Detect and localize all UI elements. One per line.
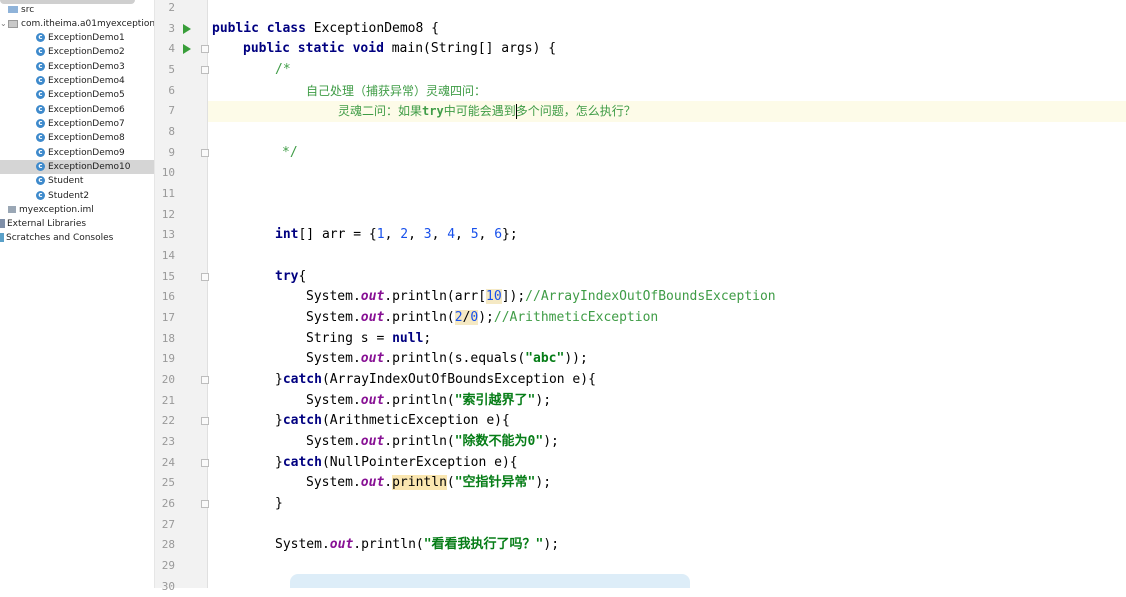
line-number: 21 [161,394,175,407]
tree-item-student2[interactable]: c Student2 [0,189,154,203]
folder-icon [8,6,18,13]
run-class-icon[interactable] [183,24,191,34]
code-line-7[interactable]: 灵魂二问：如果try中可能会遇到多个问题，怎么执行？ [338,101,636,121]
line-number: 27 [161,518,175,531]
line-number: 11 [161,187,175,200]
line-number: 9 [168,146,175,159]
tree-item-exceptiondemo1[interactable]: c ExceptionDemo1 [0,31,154,45]
module-file-icon [8,206,16,213]
tree-item-exceptiondemo10[interactable]: c ExceptionDemo10 [0,160,154,174]
line-number: 24 [161,456,175,469]
tree-item-exceptiondemo5[interactable]: c ExceptionDemo5 [0,88,154,102]
line-number: 22 [161,414,175,427]
line-number: 23 [161,435,175,448]
class-icon: c [36,191,45,200]
scratches-icon [0,233,4,242]
code-line-13[interactable]: int[] arr = {1, 2, 3, 4, 5, 6}; [275,225,518,245]
code-line-25[interactable]: System.out.println("空指针异常"); [306,473,551,493]
line-number: 4 [168,42,175,55]
code-line-20[interactable]: }catch(ArrayIndexOutOfBoundsException e)… [275,370,596,390]
line-number: 20 [161,373,175,386]
code-line-26[interactable]: } [275,494,283,514]
fold-icon[interactable] [201,45,209,53]
line-number: 15 [161,270,175,283]
code-line-5[interactable]: /* [275,60,291,80]
tree-item-exceptiondemo2[interactable]: c ExceptionDemo2 [0,45,154,59]
tree-item-student[interactable]: c Student [0,174,154,188]
line-number: 28 [161,538,175,551]
project-tree: src ⌄ com.itheima.a01myexception c Excepti… [0,0,155,588]
fold-icon[interactable] [201,417,209,425]
current-line-highlight [155,101,1126,122]
library-icon [0,219,5,228]
class-icon: c [36,148,45,157]
line-number: 17 [161,311,175,324]
line-number: 18 [161,332,175,345]
tree-item-exceptiondemo3[interactable]: c ExceptionDemo3 [0,60,154,74]
fold-icon[interactable] [201,149,209,157]
tree-item-package[interactable]: ⌄ com.itheima.a01myexception [0,17,154,31]
tree-item-exceptiondemo6[interactable]: c ExceptionDemo6 [0,103,154,117]
tree-item-external-libraries[interactable]: External Libraries [0,217,154,231]
code-line-22[interactable]: }catch(ArithmeticException e){ [275,411,510,431]
line-number: 10 [161,166,175,179]
editor-gutter: 2 3 4 5 6 7 8 9 10 11 12 13 14 15 16 17 … [155,0,209,593]
tree-item-exceptiondemo8[interactable]: c ExceptionDemo8 [0,131,154,145]
code-line-23[interactable]: System.out.println("除数不能为0"); [306,432,559,452]
line-number: 29 [161,559,175,572]
code-line-19[interactable]: System.out.println(s.equals("abc")); [306,349,588,369]
class-icon: c [36,105,45,114]
line-number: 2 [168,1,175,14]
line-number: 13 [161,228,175,241]
class-icon: c [36,162,45,171]
package-icon [8,19,18,28]
text-cursor [516,104,517,119]
tree-item-iml[interactable]: myexception.iml [0,203,154,217]
class-icon: c [36,90,45,99]
code-line-18[interactable]: String s = null; [306,329,431,349]
code-line-24[interactable]: }catch(NullPointerException e){ [275,453,518,473]
code-line-15[interactable]: try{ [275,267,306,287]
line-number: 16 [161,290,175,303]
class-icon: c [36,76,45,85]
tree-item-src[interactable]: src [0,3,154,17]
line-number: 14 [161,249,175,262]
code-line-9[interactable]: */ [282,143,298,163]
class-icon: c [36,33,45,42]
line-number: 8 [168,125,175,138]
code-line-17[interactable]: System.out.println(2/0);//ArithmeticExce… [306,308,658,328]
line-number: 26 [161,497,175,510]
class-icon: c [36,119,45,128]
line-number: 7 [168,104,175,117]
tree-item-scratches[interactable]: Scratches and Consoles [0,231,154,245]
line-number: 5 [168,63,175,76]
line-number: 6 [168,84,175,97]
code-line-16[interactable]: System.out.println(arr[10]);//ArrayIndex… [306,287,776,307]
tree-item-exceptiondemo7[interactable]: c ExceptionDemo7 [0,117,154,131]
tree-item-exceptiondemo4[interactable]: c ExceptionDemo4 [0,74,154,88]
line-number: 30 [161,580,175,593]
line-number: 3 [168,22,175,35]
run-main-icon[interactable] [183,44,191,54]
fold-icon[interactable] [201,376,209,384]
fold-icon[interactable] [201,459,209,467]
fold-icon[interactable] [201,273,209,281]
class-icon: c [36,176,45,185]
tree-item-exceptiondemo9[interactable]: c ExceptionDemo9 [0,146,154,160]
line-number: 12 [161,208,175,221]
decorative-overlay [290,574,690,588]
chevron-down-icon[interactable]: ⌄ [0,17,8,31]
class-icon: c [36,47,45,56]
code-line-28[interactable]: System.out.println("看看我执行了吗？"); [275,535,559,555]
code-line-4[interactable]: public static void main(String[] args) { [243,39,556,59]
line-number: 25 [161,476,175,489]
code-line-21[interactable]: System.out.println("索引越界了"); [306,391,551,411]
line-number: 19 [161,352,175,365]
class-icon: c [36,133,45,142]
fold-icon[interactable] [201,66,209,74]
class-icon: c [36,62,45,71]
code-line-3[interactable]: public class ExceptionDemo8 { [212,19,439,39]
fold-icon[interactable] [201,500,209,508]
code-line-6[interactable]: 自己处理（捕获异常）灵魂四问： [306,81,486,101]
